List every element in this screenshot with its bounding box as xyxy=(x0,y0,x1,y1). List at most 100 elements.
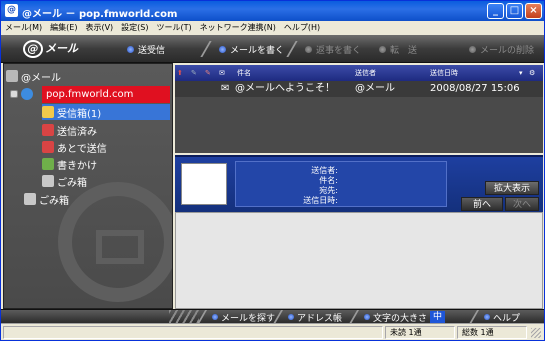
total-count: 総数 1通 xyxy=(457,326,527,339)
trash-icon xyxy=(24,193,36,205)
column-subject[interactable]: 件名 xyxy=(237,66,347,80)
send-receive-label: 送受信 xyxy=(138,45,166,56)
menu-view[interactable]: 表示(V) xyxy=(81,21,117,35)
folder-inbox-label: 受信箱(1) xyxy=(57,108,102,120)
compose-label: メールを書く xyxy=(230,45,285,56)
mail-date: 2008/08/27 15:06 xyxy=(430,83,520,94)
mail-root-icon xyxy=(6,70,18,82)
column-settings-icon[interactable]: ⚙ xyxy=(529,66,541,80)
font-size-value: 中 xyxy=(430,311,446,323)
folder-account-label: pop.fmworld.com xyxy=(46,89,134,100)
mail-sender: @メール xyxy=(355,83,395,94)
logo-text: メール xyxy=(45,42,78,55)
maximize-button[interactable]: □ xyxy=(506,3,523,19)
sort-indicator-icon: ▾ xyxy=(519,69,523,77)
priority-column-icon[interactable]: ⬆ xyxy=(177,66,187,80)
folder-account-trash[interactable]: ごみ箱 xyxy=(42,173,170,189)
button-dot-icon xyxy=(305,45,312,53)
reply-button[interactable]: 返事を書く xyxy=(286,41,361,57)
at-logo-icon: @ xyxy=(23,40,43,58)
label-date: 送信日時: xyxy=(303,196,338,205)
trash-icon xyxy=(42,175,54,187)
delete-label: メールの削除 xyxy=(480,45,535,56)
envelope-column-icon[interactable]: ✉ xyxy=(219,66,229,80)
folder-root-trash[interactable]: ごみ箱 xyxy=(24,191,170,207)
envelope-icon: ✉ xyxy=(221,83,230,94)
inbox-icon xyxy=(42,106,54,118)
main-toolbar: @ メール 送受信 メールを書く 返事を書く 転 送 メールの削除 xyxy=(1,35,544,63)
column-sender[interactable]: 送信者 xyxy=(355,66,425,80)
folder-drafts-label: 書きかけ xyxy=(57,160,97,172)
folder-account[interactable]: pop.fmworld.com xyxy=(42,86,170,103)
resize-grip[interactable] xyxy=(531,328,541,338)
header-fields: 送信者: 件名: 宛先: 送信日時: xyxy=(235,161,447,207)
attachment-column-icon[interactable]: ✎ xyxy=(191,66,201,80)
mail-body[interactable] xyxy=(175,212,543,309)
account-expander[interactable] xyxy=(10,86,36,102)
button-dot-icon xyxy=(364,314,370,320)
account-globe-icon xyxy=(21,88,33,100)
minimize-button[interactable]: _ xyxy=(487,3,504,19)
watermark-envelope-icon xyxy=(96,230,144,264)
folder-account-trash-label: ごみ箱 xyxy=(57,177,87,189)
close-button[interactable]: × xyxy=(525,3,542,19)
collapse-icon xyxy=(10,90,18,98)
help-label: ヘルプ xyxy=(493,313,521,324)
folder-outbox-label: あとで送信 xyxy=(57,143,107,155)
font-size-button[interactable]: 文字の大きさ中 xyxy=(348,310,446,324)
sender-picture xyxy=(181,163,227,205)
mail-list: ✉ @メールへようこそ！ @メール 2008/08/27 15:06 xyxy=(175,81,543,153)
window-title: @メール － pop.fmworld.com xyxy=(22,9,178,20)
folder-drafts[interactable]: 書きかけ xyxy=(42,156,170,172)
folder-inbox[interactable]: 受信箱(1) xyxy=(42,104,170,120)
unread-count: 未読 1通 xyxy=(385,326,455,339)
button-dot-icon xyxy=(219,45,226,53)
next-button[interactable]: 次へ xyxy=(505,197,539,211)
folder-sent[interactable]: 送信済み xyxy=(42,122,170,138)
button-dot-icon xyxy=(484,314,490,320)
separator-slash xyxy=(272,310,290,324)
outbox-icon xyxy=(42,141,54,153)
sent-icon xyxy=(42,124,54,136)
folder-root-trash-label: ごみ箱 xyxy=(39,195,69,207)
address-book-button[interactable]: アドレス帳 xyxy=(272,310,342,324)
send-receive-button[interactable]: 送受信 xyxy=(127,41,165,57)
app-logo: @ メール xyxy=(23,40,103,58)
status-bar: 未読 1通 総数 1通 xyxy=(1,323,544,340)
previous-button[interactable]: 前へ xyxy=(461,197,503,211)
folder-sent-label: 送信済み xyxy=(57,126,97,138)
drafts-icon xyxy=(42,158,54,170)
delete-button[interactable]: メールの削除 xyxy=(469,41,534,57)
font-size-label: 文字の大きさ xyxy=(373,313,428,324)
menu-edit[interactable]: 編集(E) xyxy=(46,21,81,35)
button-dot-icon xyxy=(469,45,476,53)
menu-help[interactable]: ヘルプ(H) xyxy=(280,21,324,35)
menu-tools[interactable]: ツール(T) xyxy=(153,21,196,35)
folder-pane: @メール pop.fmworld.com 受信箱(1) 送信済み あとで送信 書… xyxy=(3,63,173,309)
menu-network[interactable]: ネットワーク連携(N) xyxy=(196,21,280,35)
compose-button[interactable]: メールを書く xyxy=(200,41,285,57)
folder-root[interactable]: @メール xyxy=(6,68,170,84)
separator-slash xyxy=(286,41,306,57)
help-button[interactable]: ヘルプ xyxy=(468,310,521,324)
mail-row[interactable]: ✉ @メールへようこそ！ @メール 2008/08/27 15:06 xyxy=(175,81,543,97)
forward-label: 転 送 xyxy=(390,45,418,56)
menu-mail[interactable]: メール(M) xyxy=(1,21,46,35)
app-icon: @ xyxy=(5,4,18,17)
flag-column-icon[interactable]: ✎ xyxy=(205,66,215,80)
button-dot-icon xyxy=(212,314,218,320)
toolbar-stripes xyxy=(169,310,199,324)
separator-slash xyxy=(348,310,366,324)
folder-outbox[interactable]: あとで送信 xyxy=(42,139,170,155)
separator-slash xyxy=(468,310,486,324)
zoom-button[interactable]: 拡大表示 xyxy=(485,181,539,195)
separator-slash xyxy=(200,41,220,57)
find-mail-button[interactable]: メールを探す xyxy=(196,310,275,324)
separator-slash xyxy=(196,310,214,324)
forward-button[interactable]: 転 送 xyxy=(379,41,417,57)
main-window: @ @メール － pop.fmworld.com _ □ × メール(M) 編集… xyxy=(0,0,545,341)
title-bar[interactable]: @ @メール － pop.fmworld.com _ □ × xyxy=(1,1,544,21)
status-message xyxy=(3,326,383,339)
column-date[interactable]: 送信日時 xyxy=(430,66,520,80)
menu-settings[interactable]: 設定(S) xyxy=(117,21,152,35)
